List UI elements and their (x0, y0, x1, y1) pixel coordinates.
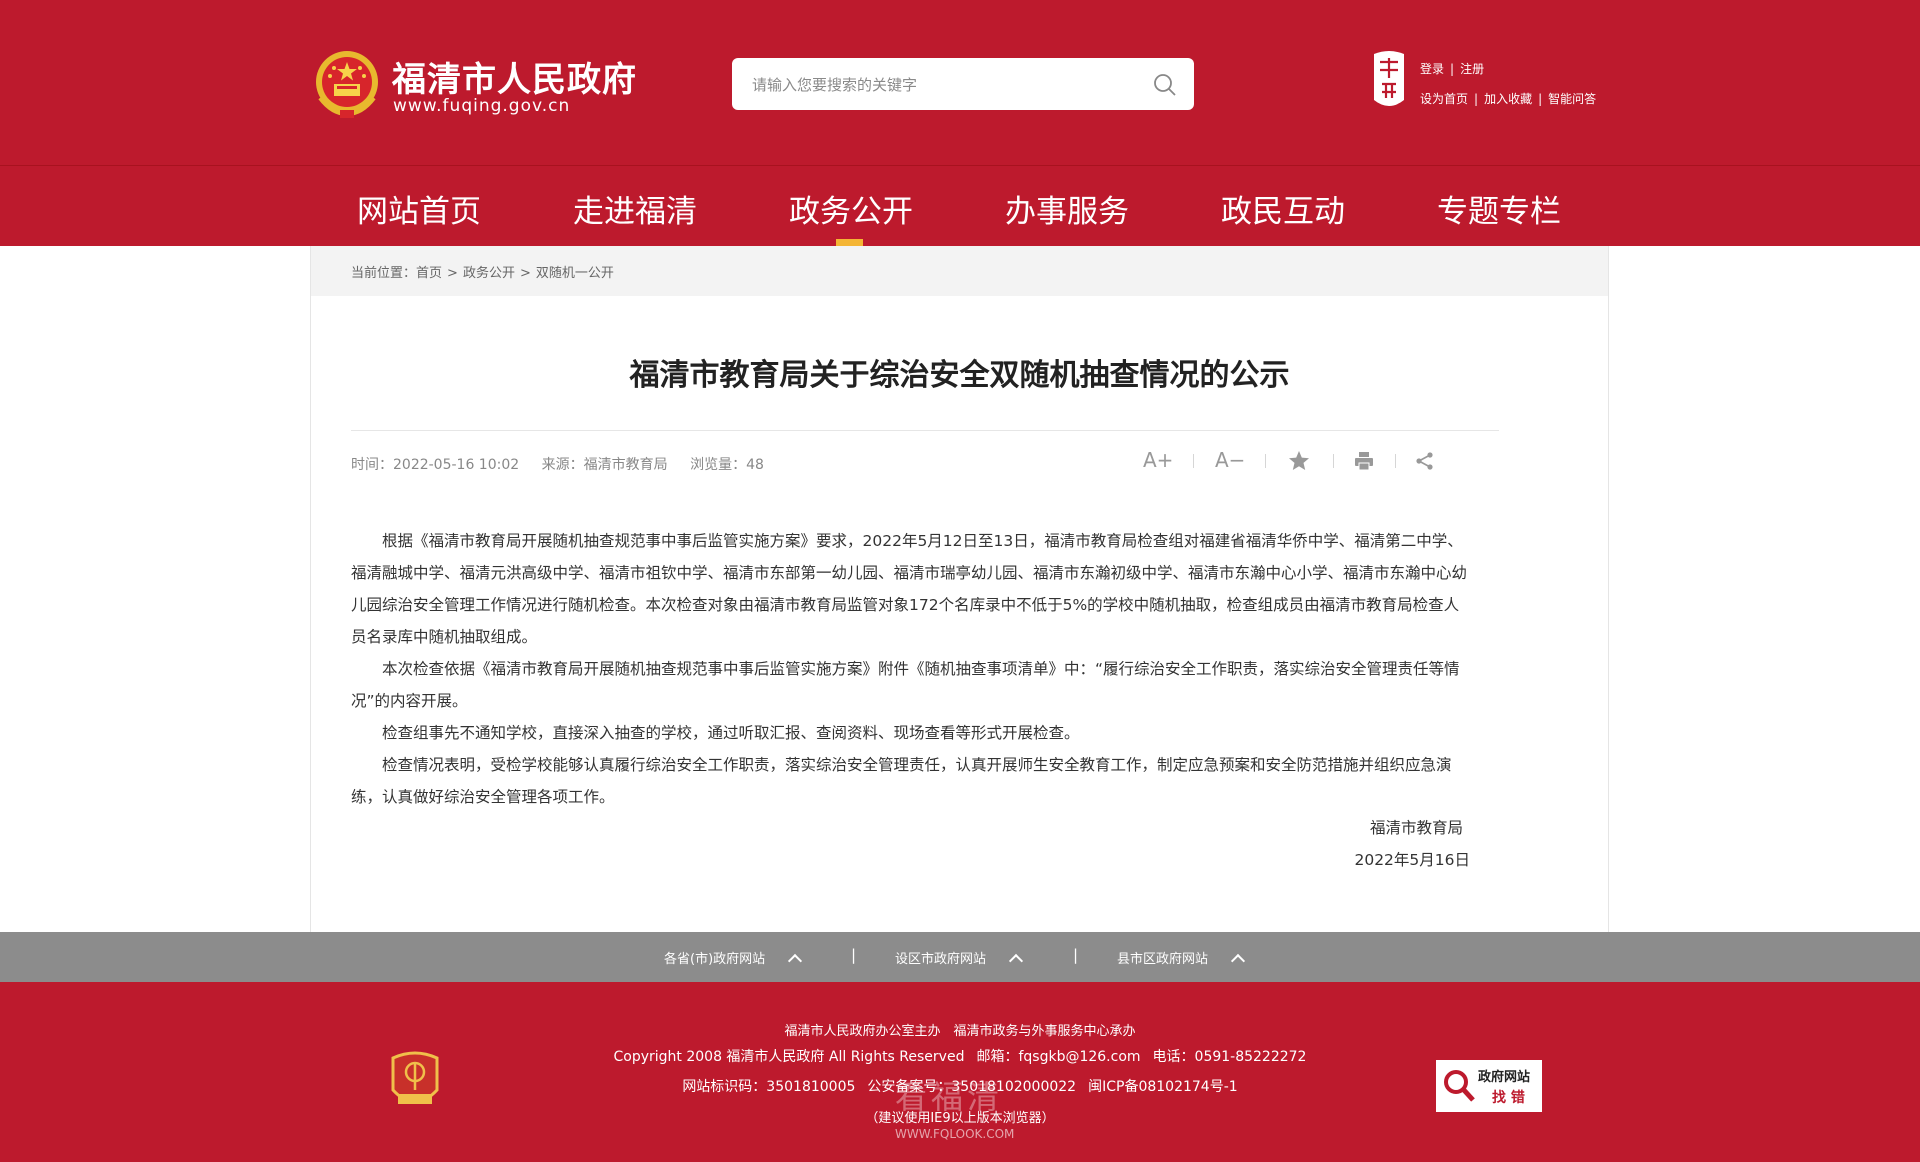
footer-sponsor: 福清市人民政府办公室主办 福清市政务与外事服务中心承办 (784, 1024, 1136, 1039)
tool-separator (1193, 454, 1194, 468)
register-link[interactable]: 注册 (1460, 62, 1484, 76)
magnifier-icon (1444, 1070, 1475, 1102)
article-title: 福清市教育局关于综治安全双随机抽查情况的公示 (629, 358, 1290, 393)
breadcrumb-current[interactable]: 双随机一公开 (536, 266, 614, 281)
site-url[interactable]: www.fuqing.gov.cn (393, 96, 570, 116)
article-paragraph: 根据《福清市教育局开展随机抽查规范事中事后监管实施方案》要求，2022年5月12… (351, 532, 1468, 646)
nav-item-home[interactable]: 网站首页 (357, 186, 481, 231)
publish-time: 时间：2022-05-16 10:02 (351, 457, 520, 473)
favorite-star-icon[interactable] (1288, 450, 1310, 472)
breadcrumb-gov-affairs[interactable]: 政务公开 (463, 266, 515, 281)
separator: | (1538, 92, 1543, 106)
breadcrumb-separator: > (447, 266, 458, 281)
separator: | (1450, 62, 1455, 76)
gov-site-findbug-button[interactable]: 政府网站 找 错 (1434, 1058, 1544, 1114)
chevron-up-icon (1230, 953, 1246, 969)
font-smaller-button[interactable]: A− (1215, 448, 1245, 472)
article-source: 来源：福清市教育局 (541, 457, 668, 473)
footer-phone: 电话：0591-85222272 (1152, 1049, 1307, 1065)
share-icon[interactable] (1415, 451, 1435, 471)
footer-copyright: Copyright 2008 福清市人民政府 All Rights Reserv… (613, 1049, 965, 1065)
county-sites-label: 县市区政府网站 (1117, 952, 1209, 967)
seal-logo-icon (1374, 51, 1404, 106)
set-home-link[interactable]: 设为首页 (1420, 92, 1468, 106)
nav-item-about[interactable]: 走进福清 (573, 186, 697, 231)
search-icon[interactable] (1152, 72, 1178, 98)
site-header: 福清市人民政府 www.fuqing.gov.cn 登录 | 注册 设为首页 | 加入收… (0, 0, 1920, 165)
utility-links: 设为首页 | 加入收藏 | 智能问答 (1420, 90, 1596, 107)
title-divider (351, 430, 1499, 431)
nav-item-gov-affairs[interactable]: 政务公开 (789, 186, 913, 231)
view-count: 浏览量：48 (690, 457, 764, 473)
search-input[interactable] (750, 58, 1134, 112)
search-box (732, 58, 1194, 112)
province-sites-label: 各省(市)政府网站 (664, 952, 766, 967)
article-paragraph: 检查情况表明，受检学校能够认真履行综治安全工作职责，落实综治安全管理责任，认真开… (351, 756, 1452, 806)
city-sites-dropdown[interactable]: 设区市政府网站 (895, 948, 1024, 969)
watermark-url: WWW.FQLOOK.COM (895, 1127, 1015, 1141)
nav-item-interaction[interactable]: 政民互动 (1221, 186, 1345, 231)
chevron-up-icon (788, 953, 803, 969)
province-sites-dropdown[interactable]: 各省(市)政府网站 (664, 948, 803, 969)
signature-org: 福清市教育局 (1369, 819, 1463, 837)
links-separator: | (1073, 946, 1079, 964)
add-favorite-link[interactable]: 加入收藏 (1484, 92, 1532, 106)
main-nav: 网站首页 走进福清 政务公开 办事服务 政民互动 专题专栏 (0, 166, 1920, 246)
login-link[interactable]: 登录 (1420, 62, 1444, 76)
smart-qa-link[interactable]: 智能问答 (1548, 92, 1596, 106)
footer-site-code: 网站标识码：3501810005 (682, 1079, 856, 1095)
footer-icp[interactable]: 闽ICP备08102174号-1 (1088, 1079, 1238, 1095)
national-emblem-icon (316, 51, 378, 118)
article-meta: 时间：2022-05-16 10:02 来源：福清市教育局 浏览量：48 (351, 454, 782, 474)
watermark-logo: 看福清 (895, 1078, 1004, 1116)
article-paragraph: 检查组事先不通知学校，直接深入抽查的学校，通过听取汇报、查阅资料、现场查看等形式… (382, 724, 1080, 742)
chevron-up-icon (1008, 953, 1024, 969)
site-name[interactable]: 福清市人民政府 (392, 52, 637, 101)
gov-links-bar: 各省(市)政府网站 | 设区市政府网站 | 县市区政府网站 (0, 932, 1920, 982)
links-separator: | (851, 946, 857, 964)
signature-date: 2022年5月16日 (1354, 851, 1470, 869)
print-icon[interactable] (1354, 451, 1374, 471)
font-larger-button[interactable]: A+ (1143, 448, 1173, 472)
county-sites-dropdown[interactable]: 县市区政府网站 (1117, 948, 1246, 969)
article-body: 根据《福清市教育局开展随机抽查规范事中事后监管实施方案》要求，2022年5月12… (351, 525, 1471, 813)
breadcrumb-bar: 当前位置：首页 > 政务公开 > 双随机一公开 (311, 246, 1608, 296)
article-container: 当前位置：首页 > 政务公开 > 双随机一公开 福清市教育局关于综治安全双随机抽查情况的… (310, 246, 1609, 932)
breadcrumb: 当前位置：首页 > 政务公开 > 双随机一公开 (351, 262, 614, 281)
nav-item-services[interactable]: 办事服务 (1005, 186, 1129, 231)
nav-item-topics[interactable]: 专题专栏 (1437, 186, 1561, 231)
findbug-label-bottom: 找 错 (1492, 1090, 1525, 1106)
breadcrumb-prefix: 当前位置： (351, 266, 417, 281)
article-paragraph: 本次检查依据《福清市教育局开展随机抽查规范事中事后监管实施方案》附件《随机抽查事… (351, 660, 1460, 710)
tool-separator (1265, 454, 1266, 468)
tool-separator (1395, 454, 1396, 468)
city-sites-label: 设区市政府网站 (895, 952, 987, 967)
breadcrumb-home[interactable]: 首页 (416, 266, 442, 281)
footer-email: 邮箱：fqsgkb@126.com (976, 1049, 1141, 1065)
nav-active-indicator (836, 239, 863, 246)
login-links: 登录 | 注册 (1420, 60, 1484, 77)
breadcrumb-separator: > (519, 266, 531, 281)
footer-copyright-row: Copyright 2008 福清市人民政府 All Rights Reserv… (0, 1046, 1920, 1066)
separator: | (1474, 92, 1479, 106)
tool-separator (1333, 454, 1334, 468)
findbug-label-top: 政府网站 (1478, 1070, 1531, 1085)
